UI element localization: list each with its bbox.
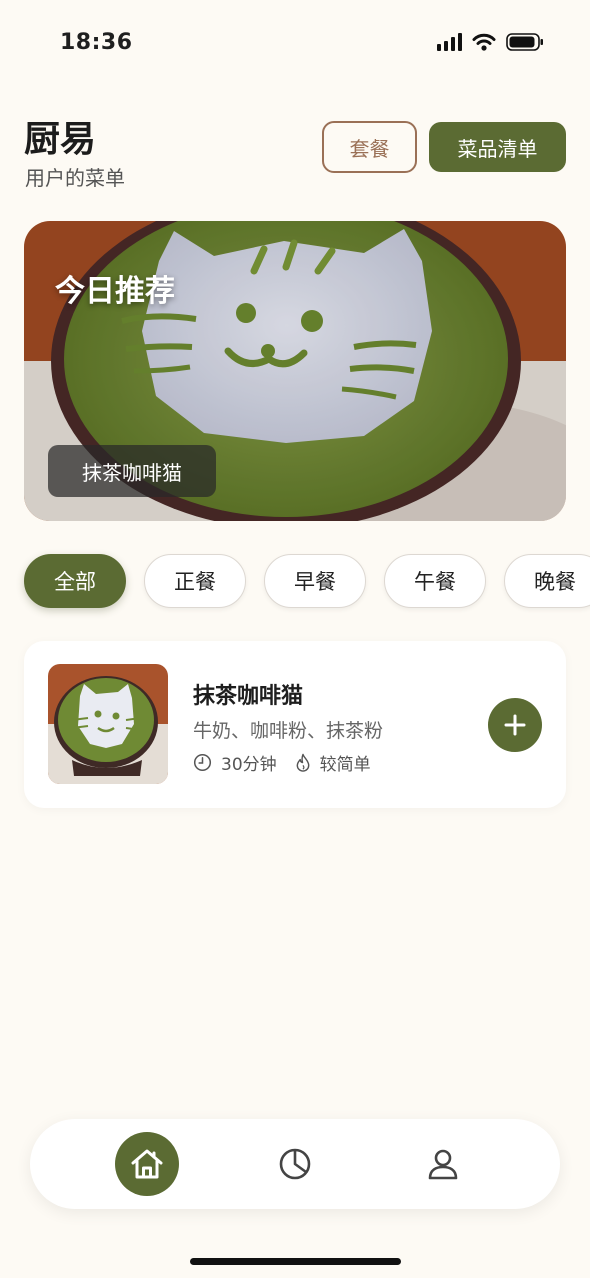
category-chip-all[interactable]: 全部 <box>24 554 126 608</box>
set-meal-button[interactable]: 套餐 <box>322 121 417 173</box>
nav-stats[interactable] <box>263 1132 327 1196</box>
status-time: 18:36 <box>60 30 133 55</box>
signal-icon <box>437 33 462 51</box>
pie-chart-icon <box>279 1148 311 1180</box>
recipe-name: 抹茶咖啡猫 <box>193 684 304 709</box>
app-subtitle: 用户的菜单 <box>25 166 125 190</box>
home-screen: 18:36 厨易 用户的菜单 套餐 菜品清单 今日推荐 抹茶咖啡猫 全部 正餐 … <box>0 0 590 1278</box>
plus-icon <box>504 714 526 736</box>
nav-profile[interactable] <box>411 1132 475 1196</box>
add-recipe-button[interactable] <box>488 698 542 752</box>
category-chip-breakfast[interactable]: 早餐 <box>264 554 366 608</box>
category-chip-main[interactable]: 正餐 <box>144 554 246 608</box>
flame-icon <box>296 753 310 772</box>
hero-dish-name: 抹茶咖啡猫 <box>48 445 216 497</box>
recipe-time-value: 30分钟 <box>221 755 277 775</box>
recipe-card[interactable]: 抹茶咖啡猫 牛奶、咖啡粉、抹茶粉 30分钟 较简单 <box>24 641 566 808</box>
recipe-ingredients: 牛奶、咖啡粉、抹茶粉 <box>193 720 384 742</box>
home-icon <box>131 1149 163 1179</box>
nav-home[interactable] <box>115 1132 179 1196</box>
bottom-navigation <box>30 1119 560 1209</box>
status-icons <box>437 33 544 51</box>
user-icon <box>428 1149 458 1180</box>
battery-icon <box>506 33 543 51</box>
hero-heading: 今日推荐 <box>55 274 175 309</box>
home-indicator <box>190 1258 401 1265</box>
recipe-thumbnail <box>48 664 168 784</box>
recipe-meta: 30分钟 较简单 <box>193 750 371 775</box>
dish-list-button[interactable]: 菜品清单 <box>429 122 566 172</box>
today-recommendation-card[interactable]: 今日推荐 抹茶咖啡猫 <box>24 221 566 521</box>
category-chip-dinner[interactable]: 晚餐 <box>504 554 590 608</box>
clock-icon <box>193 753 212 772</box>
recipe-difficulty-value: 较简单 <box>319 755 371 775</box>
wifi-icon <box>472 33 496 51</box>
app-title: 厨易 <box>24 119 97 160</box>
recipe-difficulty: 较简单 <box>295 750 371 775</box>
category-chip-lunch[interactable]: 午餐 <box>384 554 486 608</box>
status-bar: 18:36 <box>0 0 590 90</box>
recipe-time: 30分钟 <box>193 750 277 775</box>
category-tabs: 全部 正餐 早餐 午餐 晚餐 <box>24 554 590 608</box>
